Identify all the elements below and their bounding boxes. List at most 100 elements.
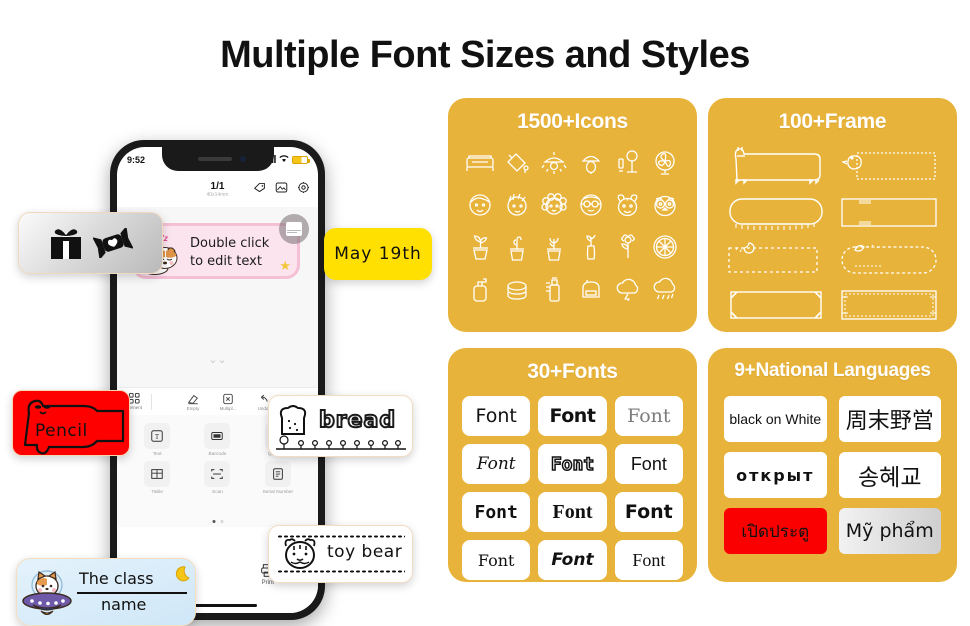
- svg-text:T: T: [155, 433, 160, 441]
- citrus-slice-icon[interactable]: [646, 228, 683, 266]
- font-sample-6[interactable]: Font: [614, 444, 683, 484]
- multiply-label: Multipl...: [219, 405, 237, 411]
- insert-table-button[interactable]: Table: [127, 461, 187, 495]
- font-sample-3[interactable]: Font: [614, 396, 683, 436]
- font-sample-text: Font: [477, 550, 515, 570]
- page-dot-1[interactable]: [212, 520, 215, 523]
- paint-bucket-icon[interactable]: [499, 144, 536, 182]
- bread-sticker[interactable]: bread: [268, 395, 413, 457]
- sheep-face-icon[interactable]: [609, 186, 646, 224]
- label-text-line1: Double click: [190, 236, 270, 251]
- succulent-pot-icon[interactable]: [536, 228, 573, 266]
- potted-plant-icon[interactable]: [462, 228, 499, 266]
- curly-woman-face-icon[interactable]: [536, 186, 573, 224]
- scan-frame-icon: [211, 469, 224, 479]
- insert-serial-button[interactable]: Serial Number: [248, 461, 308, 495]
- text-box-icon: T: [151, 430, 163, 442]
- rounded-stitch-frame[interactable]: [724, 192, 829, 234]
- font-sample-11[interactable]: Font: [538, 540, 607, 580]
- font-sample-5[interactable]: Font: [538, 444, 607, 484]
- flower-border-icon: [276, 435, 406, 450]
- empty-button[interactable]: Empty: [180, 393, 206, 411]
- gift-candy-sticker[interactable]: [18, 212, 163, 274]
- pencil-text: Pencil: [35, 421, 88, 441]
- class-name-sticker[interactable]: The class name: [16, 558, 196, 626]
- rabbit-banner-frame[interactable]: [724, 146, 829, 188]
- thunder-cloud-icon[interactable]: [609, 270, 646, 308]
- language-sample-korean[interactable]: 송혜교: [838, 452, 941, 498]
- flower-stem-icon[interactable]: [609, 228, 646, 266]
- man-face-icon[interactable]: [499, 186, 536, 224]
- pendant-lamp-icon[interactable]: [536, 144, 573, 182]
- font-sample-2[interactable]: Font: [538, 396, 607, 436]
- insert-barcode-label: Barcode: [208, 452, 227, 457]
- font-sample-9[interactable]: Font: [614, 492, 683, 532]
- toaster-icon[interactable]: [572, 270, 609, 308]
- sofa-icon[interactable]: [462, 144, 499, 182]
- perfume-bottle-icon[interactable]: [536, 270, 573, 308]
- insert-text-button[interactable]: T Text: [127, 423, 187, 457]
- font-sample-text: Font: [476, 454, 516, 474]
- font-sample-4[interactable]: Font: [462, 444, 531, 484]
- language-sample-thai[interactable]: เปิดประตู: [724, 508, 827, 554]
- leaf-pill-frame[interactable]: [837, 238, 942, 280]
- sprout-vase-icon[interactable]: [572, 228, 609, 266]
- bird-dashed-frame[interactable]: [837, 146, 942, 188]
- old-man-face-icon[interactable]: [572, 186, 609, 224]
- moon-dashed-frame[interactable]: [724, 238, 829, 280]
- language-sample-english[interactable]: black on White: [724, 396, 827, 442]
- page-dots[interactable]: [212, 520, 223, 523]
- owl-face-icon[interactable]: [646, 186, 683, 224]
- tag-shape-icon[interactable]: [253, 181, 266, 194]
- boy-face-icon[interactable]: [462, 186, 499, 224]
- star-icon: ★: [279, 258, 291, 273]
- panel-fonts: 30+Fonts Font Font Font Font Font Font F…: [448, 348, 697, 582]
- barcode-icon: [211, 432, 224, 440]
- language-sample-japanese[interactable]: 周末野営: [838, 396, 941, 442]
- panel-frames-title: 100+Frame: [778, 110, 887, 133]
- panel-frames: 100+Frame: [708, 98, 957, 332]
- cream-jar-icon[interactable]: [499, 270, 536, 308]
- font-sample-12[interactable]: Font: [614, 540, 683, 580]
- panel-languages: 9+National Languages black on White 周末野営…: [708, 348, 957, 582]
- date-sticker[interactable]: May 19th: [324, 228, 432, 280]
- font-sample-text: Font: [551, 550, 594, 570]
- page-dot-2[interactable]: [220, 520, 223, 523]
- insert-barcode-button[interactable]: Barcode: [187, 423, 247, 457]
- rain-cloud-icon[interactable]: [646, 270, 683, 308]
- ornate-border-frame[interactable]: [837, 284, 942, 326]
- table-lamp-icon[interactable]: [572, 144, 609, 182]
- multiply-button[interactable]: Multipl...: [215, 393, 241, 411]
- multiply-icon: [223, 393, 233, 404]
- panel-fonts-title: 30+Fonts: [527, 360, 618, 383]
- toolbar-divider: [151, 393, 152, 410]
- insert-scan-button[interactable]: Scan: [187, 461, 247, 495]
- floor-lamp-icon[interactable]: [609, 144, 646, 182]
- icons-grid: [448, 134, 697, 308]
- font-sample-8[interactable]: Font: [538, 492, 607, 532]
- language-sample-russian[interactable]: открыт: [724, 452, 827, 498]
- front-camera-icon: [239, 156, 246, 162]
- insert-table-label: Table: [151, 490, 163, 495]
- cactus-pot-icon[interactable]: [499, 228, 536, 266]
- class-text-line2: name: [101, 595, 147, 614]
- font-sample-7[interactable]: Font: [462, 492, 531, 532]
- font-sample-10[interactable]: Font: [462, 540, 531, 580]
- font-sample-text: Font: [632, 549, 666, 570]
- double-line-rect-frame[interactable]: [837, 192, 942, 234]
- lotion-bottle-icon[interactable]: [462, 270, 499, 308]
- corner-bracket-frame[interactable]: [724, 284, 829, 326]
- pencil-sticker[interactable]: Pencil: [12, 390, 130, 456]
- electric-fan-icon[interactable]: [646, 144, 683, 182]
- font-sample-1[interactable]: Font: [462, 396, 531, 436]
- language-sample-vietnamese[interactable]: Mỹ phẩm: [838, 508, 941, 554]
- image-icon[interactable]: [275, 181, 288, 194]
- candy-icon: [92, 228, 133, 258]
- settings-gear-icon[interactable]: [297, 181, 310, 194]
- speaker-grille-icon: [197, 157, 232, 161]
- toy-bear-sticker[interactable]: toy bear: [268, 525, 413, 583]
- font-sample-text: Font: [627, 405, 671, 427]
- chevron-down-icon[interactable]: ⌄⌄: [208, 353, 226, 366]
- sticker-thumbnail-handle[interactable]: [279, 214, 309, 244]
- eraser-icon: [187, 394, 198, 404]
